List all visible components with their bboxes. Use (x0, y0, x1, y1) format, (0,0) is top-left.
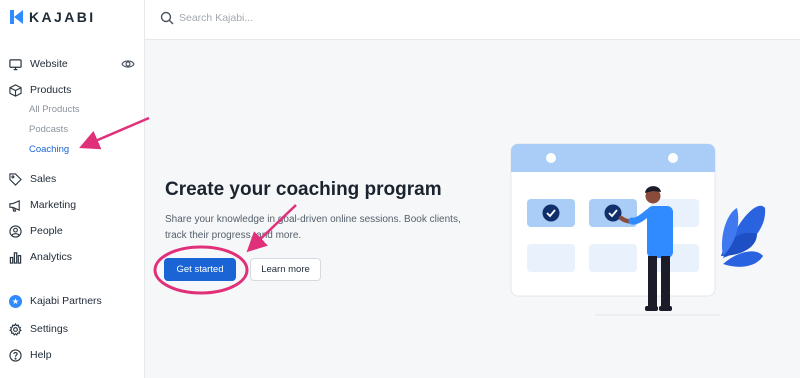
sidebar-item-label: Analytics (30, 251, 73, 263)
coaching-calendar-illustration (510, 143, 766, 316)
brand-name: KAJABI (29, 9, 96, 25)
kajabi-logo-icon (10, 10, 23, 24)
sidebar-item-label: Marketing (30, 199, 77, 211)
page-title: Create your coaching program (165, 179, 442, 200)
sidebar-subitem-all-products[interactable]: All Products (29, 104, 80, 115)
box-icon (9, 83, 22, 97)
user-circle-icon (9, 224, 22, 238)
bar-chart-icon (9, 251, 22, 264)
sidebar-item-label: People (30, 225, 63, 237)
sidebar-item-people[interactable]: People (9, 223, 135, 239)
tag-icon (9, 172, 22, 186)
sidebar-item-label: Kajabi Partners (30, 295, 102, 307)
sidebar-item-sales[interactable]: Sales (9, 171, 135, 187)
sidebar-item-label: Products (30, 84, 72, 96)
search-input[interactable] (179, 8, 479, 28)
eye-icon[interactable] (121, 58, 135, 70)
monitor-icon (9, 58, 22, 70)
sidebar-item-marketing[interactable]: Marketing (9, 197, 135, 213)
sidebar-item-analytics[interactable]: Analytics (9, 249, 135, 265)
sidebar-item-label: Website (30, 58, 68, 70)
megaphone-icon (9, 199, 20, 212)
sidebar-item-help[interactable]: Help (9, 347, 135, 363)
top-bar (145, 0, 800, 40)
sidebar: KAJABI Website Products All Products Pod… (0, 0, 145, 378)
gear-icon (9, 322, 22, 336)
sidebar-item-label: Settings (30, 323, 68, 335)
sidebar-item-kajabi-partners[interactable]: ★ Kajabi Partners (9, 293, 135, 309)
sidebar-subitem-podcasts[interactable]: Podcasts (29, 124, 68, 135)
search-icon (160, 11, 174, 25)
sidebar-item-settings[interactable]: Settings (9, 321, 135, 337)
star-badge-icon: ★ (9, 294, 22, 308)
help-circle-icon (9, 348, 22, 362)
page-description: Share your knowledge in goal-driven onli… (165, 214, 461, 241)
kajabi-logo[interactable]: KAJABI (10, 9, 96, 25)
get-started-button[interactable]: Get started (164, 258, 236, 281)
sidebar-item-website[interactable]: Website (9, 56, 135, 72)
sidebar-item-products[interactable]: Products (9, 82, 135, 98)
sidebar-item-label: Sales (30, 173, 57, 185)
learn-more-button[interactable]: Learn more (250, 258, 321, 281)
sidebar-item-label: Help (30, 349, 52, 361)
sidebar-subitem-coaching[interactable]: Coaching (29, 144, 69, 155)
plant-leaves (721, 205, 766, 267)
